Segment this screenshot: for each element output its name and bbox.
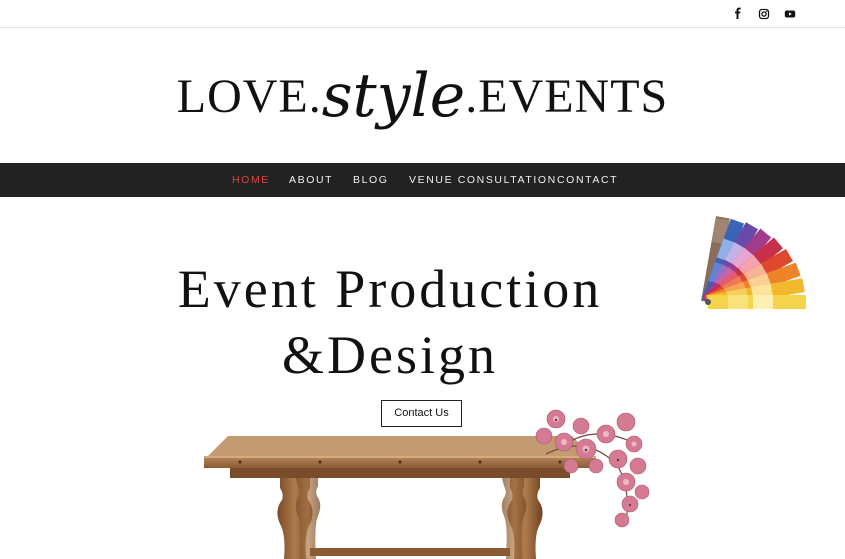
color-swatch-fan-image [701, 216, 806, 309]
contact-us-button[interactable]: Contact Us [381, 400, 462, 427]
hero-title-line2: &Design [282, 325, 498, 385]
nav-item-about[interactable]: ABOUT [289, 163, 333, 197]
top-bar [0, 0, 845, 28]
nav-item-home[interactable]: HOME [232, 163, 270, 197]
facebook-icon[interactable] [731, 7, 745, 21]
orchid-flowers-image [535, 409, 650, 528]
main-nav: HOME ABOUT BLOG VENUE CONSULTATION CONTA… [0, 163, 845, 197]
nav-item-venue-consultation[interactable]: VENUE CONSULTATION [409, 163, 557, 197]
logo-text-love: LOVE. [176, 70, 322, 123]
logo-text-events: .EVENTS [465, 70, 669, 123]
instagram-icon[interactable] [757, 7, 771, 21]
nav-item-contact[interactable]: CONTACT [557, 163, 618, 197]
hero-title-line1: Event Production [177, 259, 603, 319]
logo-area: LOVE.style.EVENTS [0, 28, 845, 162]
logo-text-style: style [321, 61, 466, 131]
youtube-icon[interactable] [783, 7, 797, 21]
site-logo[interactable]: LOVE.style.EVENTS [0, 66, 845, 126]
nav-item-blog[interactable]: BLOG [353, 163, 389, 197]
